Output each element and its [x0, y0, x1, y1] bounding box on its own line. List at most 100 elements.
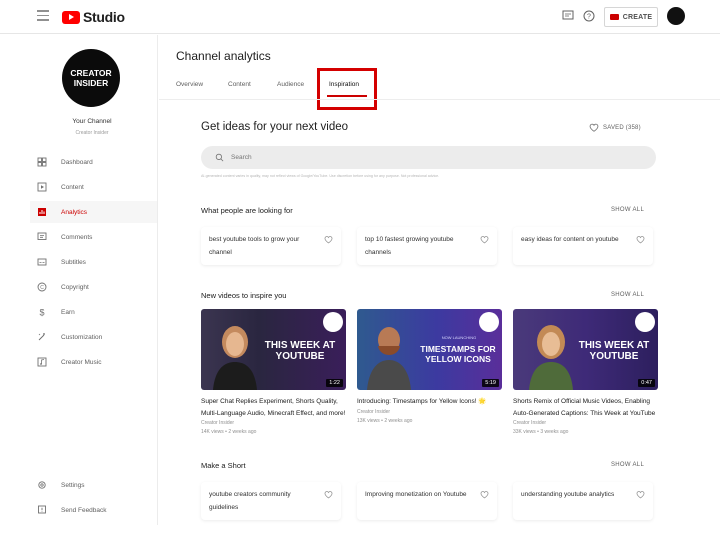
section-title-shorts: Make a Short: [201, 461, 246, 470]
sidebar-item-customization[interactable]: Customization: [30, 326, 157, 348]
video-thumbnail[interactable]: THIS WEEK AT YOUTUBE 1:22: [201, 309, 346, 390]
channel-avatar-line2: INSIDER: [73, 78, 109, 88]
earn-icon: $: [39, 308, 44, 318]
video-card[interactable]: THIS WEEK AT YOUTUBE 1:22 Super Chat Rep…: [201, 309, 346, 437]
idea-card[interactable]: easy ideas for content on youtube: [513, 227, 653, 265]
dashboard-icon: [37, 157, 47, 167]
analytics-icon: [38, 208, 46, 216]
channel-avatar[interactable]: CREATOR INSIDER: [62, 49, 120, 107]
sidebar-item-label: Analytics: [61, 208, 88, 216]
video-title[interactable]: Shorts Remix of Official Music Videos, E…: [513, 396, 658, 419]
sidebar-item-comments[interactable]: Comments: [30, 226, 157, 248]
heart-icon[interactable]: [324, 235, 333, 244]
page-title: Channel analytics: [176, 49, 271, 63]
video-thumbnail[interactable]: THIS WEEK AT YOUTUBE 0:47: [513, 309, 658, 390]
show-all-looking-for[interactable]: SHOW ALL: [611, 207, 644, 213]
search-input[interactable]: [231, 154, 631, 161]
customization-icon: [38, 333, 45, 341]
heart-icon[interactable]: [636, 235, 645, 244]
account-avatar[interactable]: [667, 7, 685, 25]
idea-card-text: best youtube tools to grow your channel: [209, 236, 300, 256]
video-thumbnail[interactable]: NOW LAUNCHING TIMESTAMPS FOR YELLOW ICON…: [357, 309, 502, 390]
short-idea-card[interactable]: youtube creators community guidelines: [201, 482, 341, 520]
heart-icon[interactable]: [324, 490, 333, 499]
video-camera-icon: [609, 14, 619, 20]
ideas-heading: Get ideas for your next video: [201, 121, 349, 133]
section-title-looking-for: What people are looking for: [201, 206, 293, 215]
messages-icon[interactable]: [562, 10, 574, 22]
top-bar: Studio ? CREATE: [0, 0, 720, 34]
idea-card-text: understanding youtube analytics: [521, 491, 615, 498]
tab-highlight-annotation: [317, 68, 377, 110]
sidebar-item-creator-music[interactable]: Creator Music: [30, 351, 157, 373]
sidebar-item-label: Send Feedback: [61, 506, 107, 514]
sidebar-item-send-feedback[interactable]: Send Feedback: [30, 499, 157, 521]
presenter-image: [213, 326, 257, 390]
sidebar-item-settings[interactable]: Settings: [30, 474, 157, 496]
channel-avatar-line1: CREATOR: [70, 68, 112, 78]
search-bar[interactable]: [201, 146, 656, 169]
help-icon[interactable]: ?: [583, 10, 595, 22]
video-title[interactable]: Introducing: Timestamps for Yellow Icons…: [357, 396, 502, 408]
studio-logo[interactable]: Studio: [62, 9, 125, 25]
logo-text: Studio: [83, 9, 125, 25]
tab-audience[interactable]: Audience: [277, 81, 304, 88]
idea-card[interactable]: top 10 fastest growing youtube channels: [357, 227, 497, 265]
video-card[interactable]: NOW LAUNCHING TIMESTAMPS FOR YELLOW ICON…: [357, 309, 502, 426]
video-card[interactable]: THIS WEEK AT YOUTUBE 0:47 Shorts Remix o…: [513, 309, 658, 437]
subtitles-icon: [37, 258, 47, 266]
show-all-new-videos[interactable]: SHOW ALL: [611, 292, 644, 298]
thumbnail-text: THIS WEEK AT YOUTUBE: [578, 340, 650, 362]
saved-button[interactable]: SAVED (358): [589, 123, 641, 132]
sidebar-item-label: Copyright: [61, 283, 89, 291]
short-idea-card[interactable]: understanding youtube analytics: [513, 482, 653, 520]
video-channel: Creator Insider: [357, 408, 391, 415]
ai-disclaimer: AI-generated content varies in quality, …: [201, 174, 440, 178]
video-duration: 5:19: [482, 379, 499, 387]
saved-label: SAVED (358): [603, 124, 641, 131]
youtube-logo-icon: [62, 10, 80, 24]
idea-card-text: easy ideas for content on youtube: [521, 236, 619, 243]
svg-text:?: ?: [587, 14, 591, 21]
channel-name: Your Channel: [72, 118, 112, 125]
sidebar-item-label: Dashboard: [61, 158, 93, 166]
svg-text:C: C: [40, 285, 44, 291]
idea-card[interactable]: best youtube tools to grow your channel: [201, 227, 341, 265]
presenter-image: [529, 325, 573, 390]
tab-content[interactable]: Content: [228, 81, 251, 88]
short-idea-card[interactable]: Improving monetization on Youtube: [357, 482, 497, 520]
sidebar-item-content[interactable]: Content: [30, 176, 157, 198]
sparkle-search-icon: [215, 153, 224, 162]
heart-icon[interactable]: [636, 490, 645, 499]
presenter-image: [367, 327, 411, 390]
comments-icon: [37, 232, 47, 240]
channel-badge-icon: [635, 312, 655, 332]
sidebar-item-label: Customization: [61, 333, 103, 341]
music-icon: [37, 357, 47, 367]
channel-badge-icon: [479, 312, 499, 332]
heart-icon: [589, 123, 599, 132]
video-stats: 14K views • 2 weeks ago: [201, 429, 257, 435]
create-button[interactable]: CREATE: [604, 7, 658, 27]
idea-card-text: Improving monetization on Youtube: [365, 491, 467, 498]
heart-icon[interactable]: [480, 490, 489, 499]
sidebar-item-earn[interactable]: $ Earn: [30, 301, 157, 323]
sidebar-item-label: Subtitles: [61, 258, 86, 266]
show-all-shorts[interactable]: SHOW ALL: [611, 462, 644, 468]
heart-icon[interactable]: [480, 235, 489, 244]
tab-overview[interactable]: Overview: [176, 81, 203, 88]
sidebar-item-analytics[interactable]: Analytics: [30, 201, 157, 223]
video-title[interactable]: Super Chat Replies Experiment, Shorts Qu…: [201, 396, 346, 419]
content-icon: [37, 182, 47, 192]
create-label: CREATE: [622, 13, 653, 21]
sidebar-item-subtitles[interactable]: Subtitles: [30, 251, 157, 273]
sidebar-item-copyright[interactable]: C Copyright: [30, 276, 157, 298]
sidebar: CREATOR INSIDER Your Channel Creator Ins…: [30, 35, 158, 525]
sidebar-item-dashboard[interactable]: Dashboard: [30, 151, 157, 173]
idea-card-text: youtube creators community guidelines: [209, 491, 291, 511]
sidebar-item-label: Settings: [61, 481, 85, 489]
menu-icon[interactable]: [37, 10, 49, 21]
sidebar-item-label: Comments: [61, 233, 93, 241]
settings-icon: [38, 481, 46, 489]
svg-text:$: $: [39, 308, 44, 318]
